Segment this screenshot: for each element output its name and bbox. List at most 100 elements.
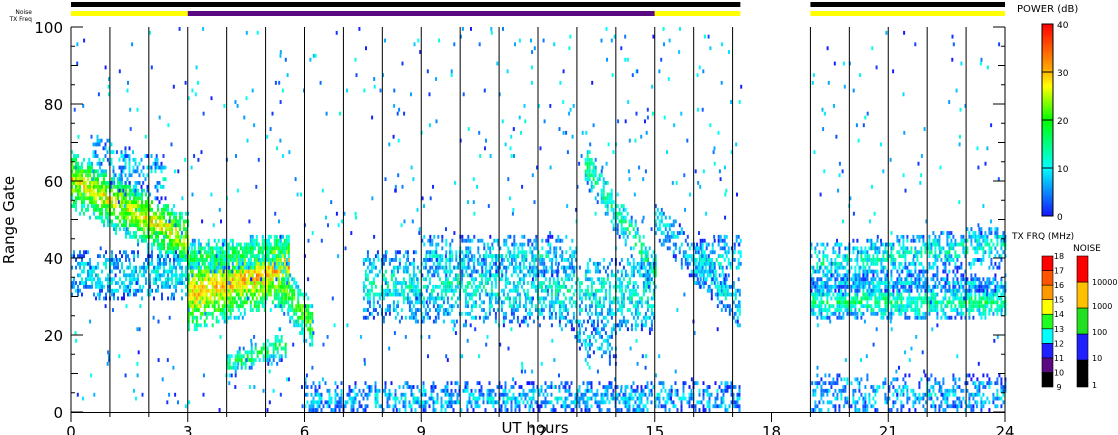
heatmap-cell [267,265,270,270]
heatmap-cell [470,388,473,393]
heatmap-cell [482,308,485,312]
heatmap-cell [241,292,244,297]
heatmap-cell [606,308,609,312]
heatmap-cell [404,265,407,270]
heatmap-cell [370,288,373,293]
heatmap-cell [261,234,264,239]
heatmap-cell [111,188,113,193]
heatmap-cell [125,188,127,193]
heatmap-cell [432,300,435,305]
heatmap-cell [250,342,253,347]
heatmap-cell [666,231,669,235]
heatmap-cell [706,273,709,278]
heatmap-cell [366,265,369,270]
heatmap-cell [454,381,457,386]
heatmap-cell [151,258,153,262]
heatmap-cell [719,273,722,278]
heatmap-cell [719,234,722,239]
heatmap-cell [143,207,145,212]
heatmap-cell [508,288,511,293]
heatmap-cell [495,258,498,262]
heatmap-cell [632,281,635,285]
heatmap-cell [443,269,446,274]
heatmap-cell [177,246,179,251]
heatmap-cell [151,250,153,255]
heatmap-cell [550,261,553,266]
heatmap-cell [124,146,127,151]
heatmap-cell [230,365,233,370]
heatmap-cell [120,173,123,178]
heatmap-cell [143,265,145,270]
heatmap-cell [519,250,522,255]
heatmap-cell [558,315,561,320]
heatmap-cell [79,177,81,182]
heatmap-cell [642,284,645,289]
heatmap-cell [490,292,493,297]
heatmap-cell [274,338,277,343]
heatmap-cell [522,261,525,266]
heatmap-cell [382,319,385,324]
heatmap-cell [472,292,475,297]
heatmap-cell [215,281,218,285]
heatmap-cell [273,234,276,239]
heatmap-cell [227,242,230,247]
heatmap-cell [189,258,192,262]
heatmap-cell [474,400,477,405]
heatmap-cell [739,238,742,243]
heatmap-cell [586,404,589,409]
heatmap-cell [269,250,272,255]
heatmap-cell [113,207,115,212]
heatmap-cell [632,258,635,262]
heatmap-cell [259,250,262,255]
heatmap-cell [664,215,667,220]
heatmap-cell [701,254,704,259]
heatmap-cell [125,254,127,259]
heatmap-cell [620,223,623,228]
heatmap-cell [392,300,395,305]
heatmap-cell [244,350,247,355]
heatmap-cell [590,284,593,289]
heatmap-cell [213,308,216,312]
heatmap-cell [253,238,256,243]
heatmap-cell [604,196,607,201]
heatmap-cell [584,404,587,409]
heatmap-cell [636,261,639,266]
heatmap-cell [99,281,101,285]
heatmap-cell [540,273,543,278]
heatmap-cell [89,269,91,274]
heatmap-cell [495,254,498,259]
heatmap-cell [672,223,675,228]
heatmap-cell [160,196,163,201]
heatmap-cell [289,284,292,289]
heatmap-cell [464,381,467,386]
heatmap-cell [456,381,459,386]
heatmap-cell [410,261,413,266]
heatmap-cell [189,269,192,274]
heatmap-cell [408,273,411,278]
heatmap-cell [596,288,599,293]
heatmap-cell [467,234,470,239]
heatmap-cell [277,254,280,259]
heatmap-cell [101,284,103,289]
heatmap-cell [701,246,704,251]
heatmap-cell [453,265,456,270]
heatmap-cell [273,254,276,259]
heatmap-cell [719,246,722,251]
heatmap-cell [169,234,171,239]
heatmap-cell [484,277,487,282]
heatmap-cell [94,154,97,158]
heatmap-cell [382,288,385,293]
heatmap-cell [480,281,483,285]
heatmap-cell [199,242,202,247]
heatmap-cell [155,211,157,216]
heatmap-cell [586,292,589,297]
heatmap-cell [99,207,101,212]
heatmap-cell [235,292,238,297]
heatmap-cell [448,281,451,285]
heatmap-cell [668,238,671,243]
heatmap-cell [254,346,257,351]
heatmap-cell [219,277,222,282]
heatmap-cell [261,296,264,301]
heatmap-cell [153,227,155,232]
heatmap-cell [171,281,173,285]
